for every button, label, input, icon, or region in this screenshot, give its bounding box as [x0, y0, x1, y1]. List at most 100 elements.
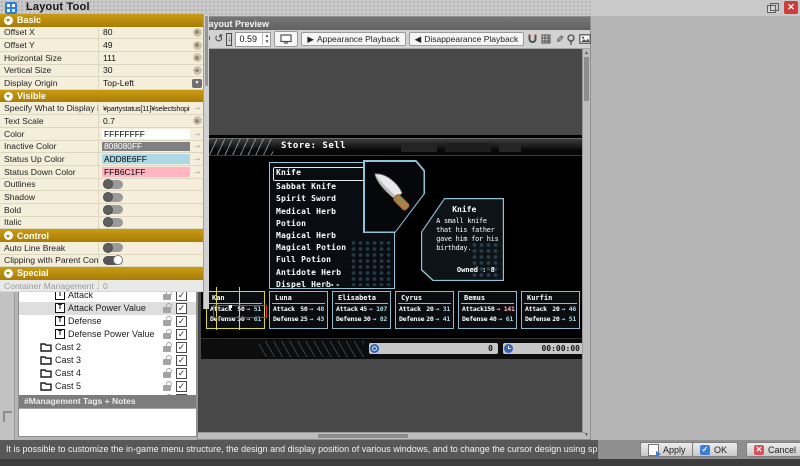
disappearance-playback-button[interactable]: ◀ Disappearance Playback: [409, 32, 525, 46]
toggle-knob[interactable]: [103, 243, 113, 253]
section-header-special[interactable]: Special: [0, 267, 204, 280]
property-value[interactable]: ¥partystatus[11]¥selectshopit...: [99, 102, 190, 114]
toggle-knob[interactable]: [113, 255, 123, 265]
toggle-clipping-with-parent-con[interactable]: [103, 256, 123, 265]
monitor-preview-button[interactable]: [274, 31, 298, 47]
section-title: Basic: [17, 15, 41, 25]
pen-tool-icon[interactable]: ✎: [552, 35, 564, 43]
toggle-outlines[interactable]: [103, 180, 123, 189]
color-swatch[interactable]: 808080FF: [102, 142, 190, 152]
stat-label: Defense: [399, 315, 424, 323]
stat-from-value: 150: [484, 305, 495, 313]
navigate-icon[interactable]: →: [190, 129, 204, 139]
reset-icon[interactable]: [190, 66, 204, 75]
color-swatch[interactable]: FFB6C1FF: [102, 167, 190, 177]
property-value: [99, 255, 204, 267]
image-icon[interactable]: [579, 33, 591, 46]
property-value[interactable]: 30: [99, 65, 190, 77]
close-window-button[interactable]: ✕: [784, 1, 798, 14]
property-value[interactable]: 808080FF: [99, 141, 190, 153]
scrollbar-thumb[interactable]: [318, 434, 408, 438]
stat-row-defense: Defense20→ 41: [396, 314, 453, 324]
magnet-snap-icon[interactable]: [527, 33, 538, 46]
layout-tool-window: Layout Tool ✕ Sc ▶ Layout to be Assigned…: [0, 0, 800, 466]
property-label: Color: [0, 128, 99, 140]
gold-gauge: 0: [369, 343, 498, 354]
game-screen-preview[interactable]: Store: Sell KnifeSabbat KnifeSpirit Swor…: [201, 135, 586, 358]
property-value[interactable]: FFB6C1FF: [99, 166, 190, 178]
property-value: [99, 242, 204, 254]
fit-view-icon[interactable]: ↓: [226, 33, 232, 46]
section-header-control[interactable]: Control: [0, 229, 204, 242]
color-swatch[interactable]: ADD8E6FF: [102, 154, 190, 164]
navigate-icon[interactable]: →: [190, 154, 204, 164]
apply-button[interactable]: Apply: [640, 442, 694, 457]
zoom-value[interactable]: 0.59: [236, 34, 262, 44]
stat-label: Defense: [273, 315, 298, 323]
restore-window-icon[interactable]: [767, 3, 779, 13]
property-value[interactable]: 49: [99, 39, 190, 51]
reset-icon[interactable]: [190, 28, 204, 37]
lamp-icon[interactable]: [566, 33, 576, 46]
stat-change-value: → 82: [373, 315, 387, 323]
stat-from-value: 45: [358, 305, 367, 313]
header-decoration-box: [445, 143, 491, 152]
party-card-kurfin: KurfinAttack20→ 46Defense20→ 51: [521, 291, 580, 329]
navigate-icon[interactable]: →: [190, 103, 204, 113]
selected-part-outline[interactable]: [213, 305, 267, 318]
toggle-knob[interactable]: [103, 217, 113, 227]
item-image: [365, 162, 424, 232]
scrollbar-thumb[interactable]: [584, 57, 589, 101]
property-row-offset-y: Offset Y49: [0, 39, 204, 52]
property-value[interactable]: 0: [99, 280, 190, 292]
navigate-icon[interactable]: →: [190, 167, 204, 177]
preview-panel-title: Layout Preview: [203, 19, 269, 29]
section-header-basic[interactable]: Basic: [0, 14, 204, 27]
stat-row-attack: Attack45→ 107: [333, 304, 390, 314]
cancel-button[interactable]: ✕ Cancel: [746, 442, 800, 457]
property-value[interactable]: ADD8E6FF: [99, 153, 190, 165]
property-row-container-management: Container Management ...0: [0, 280, 204, 293]
dialog-button-bar: Apply ✓ OK ✕ Cancel: [598, 440, 800, 459]
property-value[interactable]: Top-Left: [99, 77, 190, 89]
dropdown-icon[interactable]: ▼: [190, 79, 204, 88]
toggle-shadow[interactable]: [103, 193, 123, 202]
toggle-knob[interactable]: [103, 179, 113, 189]
zoom-stepper[interactable]: 0.59 ▲▼: [235, 32, 271, 47]
undo-icon[interactable]: ↺: [214, 33, 223, 45]
toggle-italic[interactable]: [103, 218, 123, 227]
window-title: Layout Tool: [26, 1, 90, 13]
stepper-arrows-icon[interactable]: ▲▼: [262, 33, 270, 45]
preview-canvas[interactable]: Store: Sell KnifeSabbat KnifeSpirit Swor…: [198, 49, 590, 439]
toggle-knob[interactable]: [103, 192, 113, 202]
property-value[interactable]: FFFFFFFF: [99, 128, 190, 140]
grid-icon[interactable]: [541, 33, 551, 46]
section-title: Visible: [17, 91, 46, 101]
color-swatch[interactable]: FFFFFFFF: [102, 129, 190, 139]
property-value[interactable]: 111: [99, 52, 190, 64]
stat-change-value: → 48: [310, 305, 324, 313]
properties-scrollbar[interactable]: [203, 14, 209, 309]
gold-coin-icon: [370, 344, 379, 353]
party-member-name: Bemus: [461, 293, 514, 304]
properties-body: BasicOffset X80Offset Y49Horizontal Size…: [0, 14, 209, 424]
scroll-up-arrow-icon[interactable]: ▲: [583, 49, 590, 57]
page-dots: [325, 284, 339, 287]
navigate-icon[interactable]: →: [190, 141, 204, 151]
reset-icon[interactable]: [190, 53, 204, 62]
stat-change-value: → 141: [497, 305, 515, 313]
section-header-visible[interactable]: Visible: [0, 90, 204, 103]
scrollbar-thumb[interactable]: [205, 16, 208, 86]
property-value[interactable]: 0.7: [99, 115, 190, 127]
property-value[interactable]: 80: [99, 27, 190, 39]
reset-icon[interactable]: [190, 41, 204, 50]
toggle-bold[interactable]: [103, 205, 123, 214]
canvas-horizontal-scrollbar[interactable]: [198, 432, 585, 439]
canvas-vertical-scrollbar[interactable]: ▲ ▼: [582, 49, 590, 439]
toggle-auto-line-break[interactable]: [103, 243, 123, 252]
toggle-knob[interactable]: [103, 205, 113, 215]
reset-icon[interactable]: [190, 116, 204, 125]
appearance-playback-button[interactable]: ▶ Appearance Playback: [301, 32, 405, 46]
edit-cursor-dot: [229, 305, 232, 308]
ok-button[interactable]: ✓ OK: [692, 442, 738, 457]
